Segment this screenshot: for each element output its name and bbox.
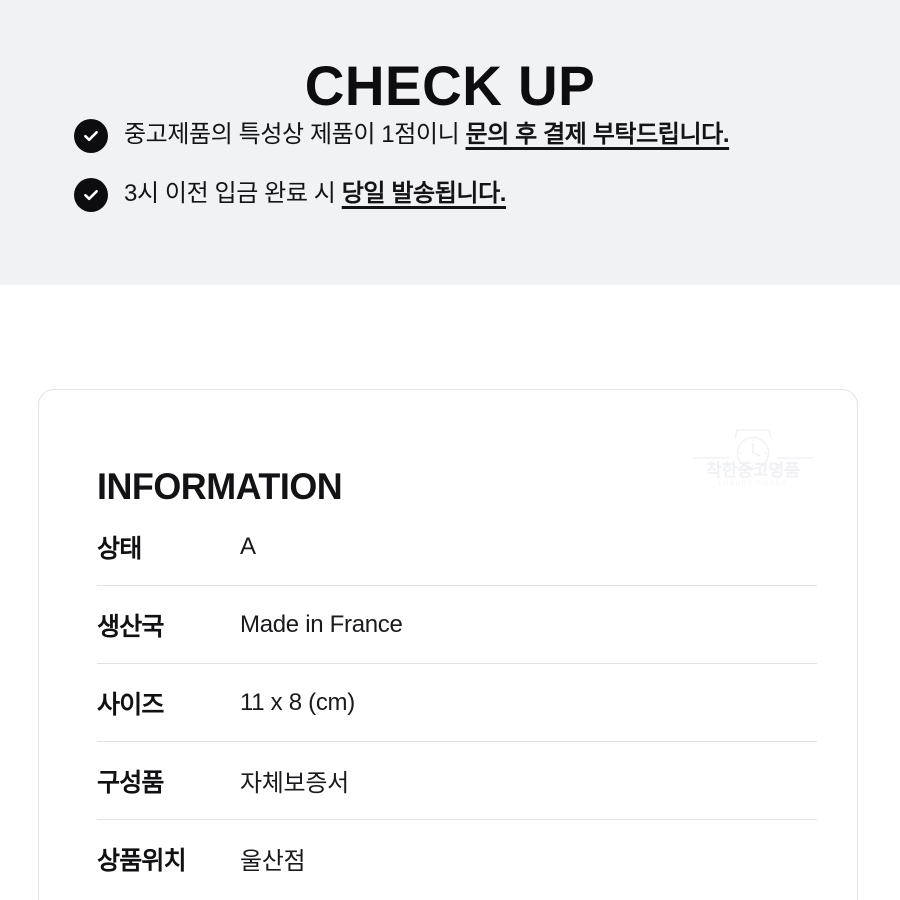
product-detail-page: CHECK UP 중고제품의 특성상 제품이 1점이니 문의 후 결제 부탁드립… [0, 0, 900, 900]
page-title: CHECK UP [304, 53, 596, 117]
table-row-value: Made in France [240, 610, 403, 638]
information-heading: INFORMATION [97, 465, 343, 507]
table-row-value: A [240, 532, 256, 560]
check-circle-icon [74, 178, 108, 212]
table-row-value: 11 x 8 (cm) [240, 688, 355, 716]
table-row-label: 사이즈 [97, 690, 164, 719]
list-item-text-emphasis: 문의 후 결제 부탁드립니다. [465, 121, 730, 148]
watch-logo-icon [734, 429, 772, 470]
table-row: 상품위치 울산점 [97, 819, 817, 897]
information-card: INFORMATION 착한중고명품 LUXURY GOODS 상태 A 생산국… [38, 389, 858, 900]
information-table: 상태 A 생산국 Made in France 사이즈 11 x 8 (cm) … [97, 508, 817, 897]
list-item-text: 중고제품의 특성상 제품이 1점이니 문의 후 결제 부탁드립니다. [124, 118, 730, 152]
check-up-section: CHECK UP 중고제품의 특성상 제품이 1점이니 문의 후 결제 부탁드립… [0, 0, 900, 285]
watermark-brand-name: 착한중고명품 [706, 461, 800, 480]
check-up-list: 중고제품의 특성상 제품이 1점이니 문의 후 결제 부탁드립니다. 3시 이전… [74, 118, 874, 236]
brand-watermark-logo: 착한중고명품 LUXURY GOODS [691, 426, 815, 488]
list-item: 중고제품의 특성상 제품이 1점이니 문의 후 결제 부탁드립니다. [74, 118, 874, 153]
table-row-label: 상품위치 [97, 846, 187, 875]
list-item-text-plain: 3시 이전 입금 완료 시 [124, 180, 342, 207]
table-row-value: 울산점 [240, 848, 306, 875]
check-circle-icon [74, 119, 108, 153]
list-item-text-plain: 중고제품의 특성상 제품이 1점이니 [124, 121, 466, 148]
table-row-label: 상태 [97, 534, 142, 563]
table-row: 생산국 Made in France [97, 585, 817, 663]
table-row: 상태 A [97, 508, 817, 585]
list-item-text: 3시 이전 입금 완료 시 당일 발송됩니다. [124, 177, 506, 211]
table-row-value: 자체보증서 [240, 770, 349, 797]
table-row-label: 생산국 [97, 612, 164, 641]
list-item-text-emphasis: 당일 발송됩니다. [341, 180, 507, 207]
list-item: 3시 이전 입금 완료 시 당일 발송됩니다. [74, 177, 874, 212]
table-row: 구성품 자체보증서 [97, 741, 817, 819]
watermark-tagline: LUXURY GOODS [719, 480, 788, 487]
table-row-label: 구성품 [97, 768, 164, 797]
table-row: 사이즈 11 x 8 (cm) [97, 663, 817, 741]
